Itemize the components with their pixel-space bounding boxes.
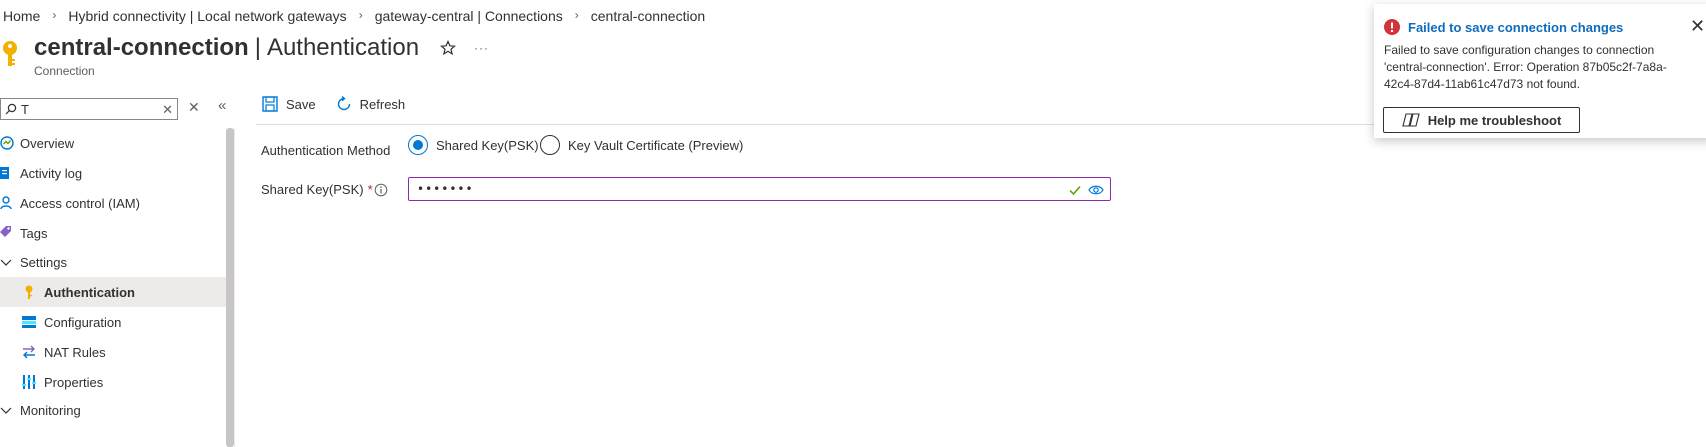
- configuration-icon: [22, 316, 36, 328]
- chevron-down-icon: [0, 259, 12, 266]
- chevron-right-icon: ›: [574, 8, 579, 22]
- sidebar-item-label: NAT Rules: [44, 344, 106, 360]
- sidebar-group-label: Settings: [20, 254, 67, 270]
- activity-log-icon: [0, 167, 9, 179]
- sidebar-group-label: Monitoring: [20, 402, 81, 418]
- save-label: Save: [286, 96, 316, 112]
- sidebar-scrollbar[interactable]: [226, 128, 234, 447]
- chevron-right-icon: ›: [358, 8, 363, 22]
- sidebar-item-label: Access control (IAM): [20, 195, 140, 211]
- search-icon: [5, 103, 17, 115]
- clear-search-icon[interactable]: ✕: [162, 102, 173, 118]
- properties-icon: [22, 375, 36, 389]
- page-title: central-connection | Authentication: [34, 34, 419, 62]
- error-notification: Failed to save connection changes ✕ Fail…: [1374, 4, 1706, 138]
- sidebar-item-activity-log[interactable]: Activity log: [0, 158, 226, 188]
- radio-shared-key-label: Shared Key(PSK): [436, 137, 539, 153]
- sidebar-item-nat-rules[interactable]: NAT Rules: [0, 337, 226, 367]
- save-button[interactable]: Save: [262, 96, 316, 112]
- close-filter-icon[interactable]: ✕: [188, 99, 200, 116]
- auth-method-label: Authentication Method: [261, 143, 391, 158]
- ellipsis-icon[interactable]: ···: [474, 41, 489, 55]
- tag-icon: [0, 226, 11, 237]
- copilot-icon: [1401, 113, 1420, 127]
- notification-title: Failed to save connection changes: [1408, 20, 1624, 35]
- info-icon[interactable]: [374, 183, 388, 197]
- overview-icon: [0, 136, 14, 150]
- sidebar-item-label: Tags: [20, 225, 48, 241]
- radio-key-vault[interactable]: Key Vault Certificate (Preview): [540, 135, 743, 155]
- sidebar-item-label: Overview: [20, 135, 75, 151]
- help-troubleshoot-button[interactable]: Help me troubleshoot: [1383, 107, 1580, 133]
- shared-key-input[interactable]: [417, 182, 1017, 196]
- refresh-button[interactable]: Refresh: [336, 96, 406, 112]
- sidebar-group-monitoring[interactable]: Monitoring: [0, 395, 226, 425]
- error-icon: [1384, 19, 1400, 35]
- breadcrumb-home[interactable]: Home: [3, 8, 40, 24]
- radio-unselected-icon: [540, 135, 560, 155]
- sidebar-search-input[interactable]: [21, 101, 151, 117]
- resource-type: Connection: [34, 64, 95, 78]
- chevron-right-icon: ›: [52, 8, 57, 22]
- sidebar-item-properties[interactable]: Properties: [0, 367, 226, 397]
- check-icon: [1069, 186, 1081, 196]
- sidebar-item-authentication[interactable]: Authentication: [0, 277, 226, 307]
- star-icon[interactable]: [440, 40, 456, 56]
- key-icon: [25, 285, 33, 299]
- resource-name: central-connection: [34, 34, 249, 61]
- iam-icon: [0, 196, 12, 210]
- radio-selected-icon: [408, 135, 428, 155]
- radio-shared-key[interactable]: Shared Key(PSK): [408, 135, 539, 155]
- psk-label-text: Shared Key(PSK): [261, 182, 364, 197]
- shared-key-field[interactable]: [408, 177, 1111, 201]
- command-bar-divider: [256, 124, 1376, 125]
- help-troubleshoot-label: Help me troubleshoot: [1427, 112, 1562, 128]
- required-mark: *: [367, 182, 373, 197]
- refresh-label: Refresh: [359, 96, 406, 112]
- key-icon: [3, 41, 17, 66]
- sidebar-search[interactable]: ✕: [0, 98, 178, 120]
- sidebar-item-label: Activity log: [20, 165, 83, 181]
- eye-icon[interactable]: [1088, 183, 1104, 197]
- command-bar: Save Refresh: [262, 96, 425, 112]
- close-icon[interactable]: ✕: [1690, 16, 1705, 37]
- sidebar-item-configuration[interactable]: Configuration: [0, 307, 226, 337]
- sidebar-item-label: Configuration: [44, 314, 122, 330]
- sidebar-item-overview[interactable]: Overview: [0, 128, 226, 158]
- nat-rules-icon: [23, 345, 35, 359]
- sidebar-item-label: Properties: [44, 374, 104, 390]
- sidebar-item-iam[interactable]: Access control (IAM): [0, 188, 226, 218]
- collapse-panel-icon[interactable]: «: [218, 97, 226, 114]
- breadcrumb-local-network-gateways[interactable]: Hybrid connectivity | Local network gate…: [68, 8, 346, 24]
- notification-message: Failed to save configuration changes to …: [1384, 43, 1667, 91]
- chevron-down-icon: [0, 407, 12, 414]
- panel-divider: [234, 128, 235, 447]
- breadcrumb-gateway-connections[interactable]: gateway-central | Connections: [375, 8, 563, 24]
- save-icon: [262, 96, 278, 112]
- title-separator: |: [254, 34, 261, 61]
- psk-label: Shared Key(PSK) *: [261, 182, 373, 197]
- sidebar-group-settings[interactable]: Settings: [0, 247, 226, 277]
- breadcrumb: Home › Hybrid connectivity | Local netwo…: [3, 6, 705, 26]
- section-name: Authentication: [266, 34, 420, 61]
- breadcrumb-current[interactable]: central-connection: [591, 8, 705, 24]
- refresh-icon: [337, 96, 350, 111]
- radio-key-vault-label: Key Vault Certificate (Preview): [568, 137, 744, 153]
- sidebar-item-tags[interactable]: Tags: [0, 218, 226, 248]
- title-actions: ···: [440, 40, 489, 56]
- sidebar-item-label: Authentication: [44, 284, 135, 300]
